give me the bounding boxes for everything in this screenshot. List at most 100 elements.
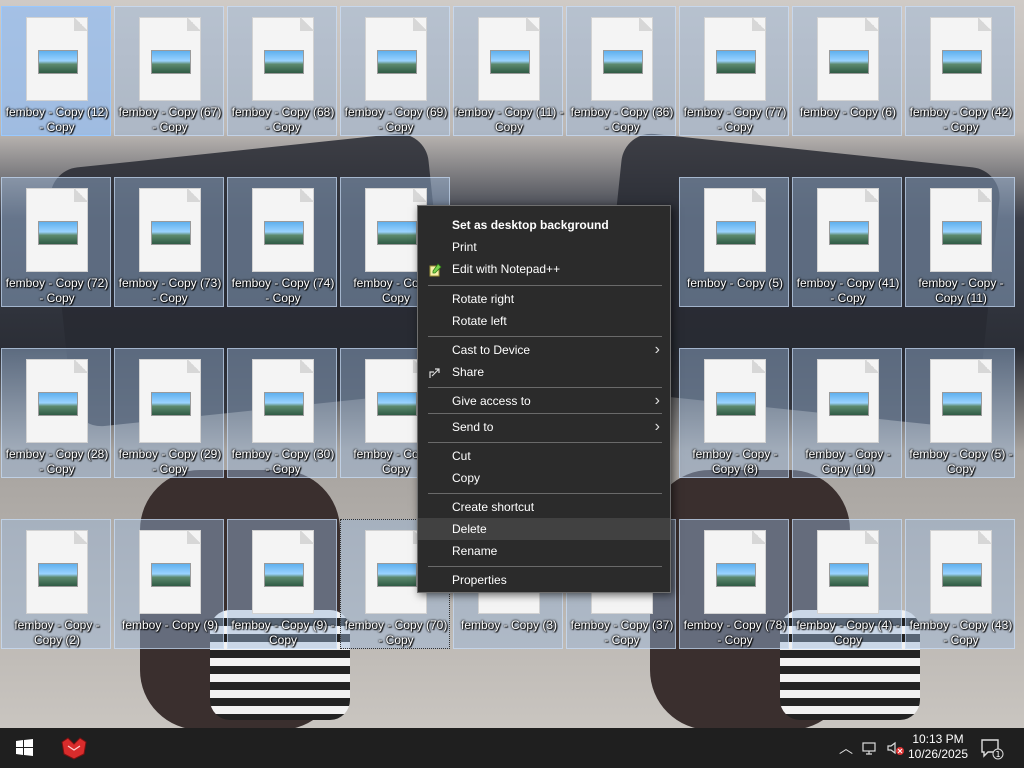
chevron-up-icon[interactable]: ︿ (836, 738, 856, 758)
image-file-icon (252, 188, 314, 272)
image-file-icon (252, 17, 314, 101)
desktop-file-icon[interactable]: femboy - Copy (73) - Copy (114, 177, 224, 307)
start-button[interactable] (0, 728, 48, 768)
pinned-app-button[interactable] (52, 728, 96, 768)
menu-item-give-access[interactable]: Give access to › (418, 390, 670, 412)
desktop-file-icon[interactable]: femboy - Copy (11) - Copy (453, 6, 564, 136)
desktop-file-icon[interactable]: femboy - Copy (78) - Copy (679, 519, 789, 649)
desktop-file-label: femboy - Copy (70) - Copy (344, 618, 448, 647)
desktop-file-icon[interactable]: femboy - Copy (30) - Copy (227, 348, 337, 478)
share-icon (428, 365, 442, 379)
image-thumbnail-icon (377, 221, 417, 245)
menu-item-cast-to-device[interactable]: Cast to Device › (418, 339, 670, 361)
menu-item-create-shortcut[interactable]: Create shortcut (418, 496, 670, 518)
image-file-icon (26, 17, 88, 101)
volume-muted-icon[interactable] (884, 738, 906, 758)
menu-item-cut[interactable]: Cut (418, 445, 670, 467)
desktop-file-label: femboy - Copy (74) - Copy (231, 276, 335, 305)
desktop-file-icon[interactable]: femboy - Copy - Copy (10) (792, 348, 902, 478)
desktop-file-icon[interactable]: femboy - Copy (12) - Copy (1, 6, 111, 136)
desktop-file-icon[interactable]: femboy - Copy (9) - Copy (227, 519, 337, 649)
image-file-icon (817, 17, 879, 101)
action-center-button[interactable]: 1 (978, 736, 1004, 760)
image-file-icon (478, 17, 540, 101)
image-thumbnail-icon (490, 50, 530, 74)
context-menu: Set as desktop background Print Edit wit… (417, 205, 671, 593)
desktop-file-icon[interactable]: femboy - Copy (4) - Copy (792, 519, 902, 649)
desktop-file-icon[interactable]: femboy - Copy - Copy (11) (905, 177, 1015, 307)
image-file-icon (930, 359, 992, 443)
image-file-icon (930, 188, 992, 272)
desktop-file-icon[interactable]: femboy - Copy (28) - Copy (1, 348, 111, 478)
menu-item-delete[interactable]: Delete (418, 518, 670, 540)
menu-item-print[interactable]: Print (418, 236, 670, 258)
desktop-file-icon[interactable]: femboy - Copy (77) - Copy (679, 6, 789, 136)
desktop-file-icon[interactable]: femboy - Copy (41) - Copy (792, 177, 902, 307)
desktop-file-label: femboy - Copy (69) - Copy (344, 105, 448, 134)
desktop-file-icon[interactable]: femboy - Copy (67) - Copy (114, 6, 224, 136)
menu-item-send-to[interactable]: Send to › (418, 416, 670, 438)
menu-item-rotate-left[interactable]: Rotate left (418, 310, 670, 332)
action-center-icon: 1 (981, 739, 1004, 760)
clock-time: 10:13 PM (912, 732, 964, 746)
desktop-file-icon[interactable]: femboy - Copy (29) - Copy (114, 348, 224, 478)
image-file-icon (704, 530, 766, 614)
desktop-file-icon[interactable]: femboy - Copy (9) (114, 519, 224, 649)
menu-separator (428, 285, 662, 286)
desktop-file-icon[interactable]: femboy - Copy (6) (792, 6, 902, 136)
image-file-icon (26, 530, 88, 614)
image-thumbnail-icon (716, 221, 756, 245)
desktop-file-icon[interactable]: femboy - Copy (5) (679, 177, 789, 307)
red-fox-app-icon (61, 737, 87, 760)
system-clock[interactable]: 10:13 PM 10/26/2025 (906, 732, 970, 762)
image-file-icon (252, 530, 314, 614)
menu-item-edit-notepadpp[interactable]: Edit with Notepad++ (418, 258, 670, 280)
desktop-file-icon[interactable]: femboy - Copy (36) - Copy (566, 6, 676, 136)
desktop-file-icon[interactable]: femboy - Copy - Copy (8) (679, 348, 789, 478)
image-thumbnail-icon (829, 50, 869, 74)
desktop-file-icon[interactable]: femboy - Copy (5) - Copy (905, 348, 1015, 478)
taskbar: ︿ 10:13 PM 10/26/2025 1 (0, 728, 1024, 768)
desktop-file-icon[interactable]: femboy - Copy - Copy (2) (1, 519, 111, 649)
network-icon[interactable] (860, 738, 880, 758)
desktop-file-icon[interactable]: femboy - Copy (74) - Copy (227, 177, 337, 307)
desktop-file-label: femboy - Copy (6) (799, 105, 897, 119)
menu-item-rotate-right[interactable]: Rotate right (418, 288, 670, 310)
image-thumbnail-icon (38, 50, 78, 74)
desktop-file-icon[interactable]: femboy - Copy (69) - Copy (340, 6, 450, 136)
menu-separator (428, 566, 662, 567)
desktop-file-icon[interactable]: femboy - Copy (43) - Copy (905, 519, 1015, 649)
desktop-file-label: femboy - Copy (5) (686, 276, 784, 290)
menu-item-rename[interactable]: Rename (418, 540, 670, 562)
image-thumbnail-icon (264, 221, 304, 245)
desktop-file-label: femboy - Copy (9) (121, 618, 219, 632)
image-thumbnail-icon (829, 563, 869, 587)
menu-item-share[interactable]: Share (418, 361, 670, 383)
menu-separator (428, 336, 662, 337)
menu-separator (428, 387, 662, 388)
menu-item-properties[interactable]: Properties (418, 569, 670, 591)
submenu-arrow-icon: › (654, 341, 660, 358)
image-thumbnail-icon (942, 221, 982, 245)
image-file-icon (704, 17, 766, 101)
image-thumbnail-icon (377, 392, 417, 416)
desktop-file-label: femboy - Copy (43) - Copy (909, 618, 1013, 647)
image-thumbnail-icon (151, 221, 191, 245)
desktop-file-icon[interactable]: femboy - Copy (72) - Copy (1, 177, 111, 307)
desktop-file-label: femboy - Copy (41) - Copy (796, 276, 900, 305)
image-file-icon (817, 188, 879, 272)
desktop-file-icon[interactable]: femboy - Copy (42) - Copy (905, 6, 1015, 136)
image-file-icon (139, 188, 201, 272)
menu-item-copy[interactable]: Copy (418, 467, 670, 489)
menu-separator (428, 413, 662, 414)
menu-item-set-desktop-background[interactable]: Set as desktop background (418, 214, 670, 236)
image-file-icon (139, 17, 201, 101)
image-file-icon (930, 17, 992, 101)
desktop-file-label: femboy - Copy - Copy (11) (918, 276, 1004, 305)
menu-separator (428, 442, 662, 443)
desktop-file-icon[interactable]: femboy - Copy (68) - Copy (227, 6, 337, 136)
image-thumbnail-icon (716, 392, 756, 416)
image-thumbnail-icon (38, 563, 78, 587)
submenu-arrow-icon: › (654, 392, 660, 409)
image-file-icon (26, 188, 88, 272)
